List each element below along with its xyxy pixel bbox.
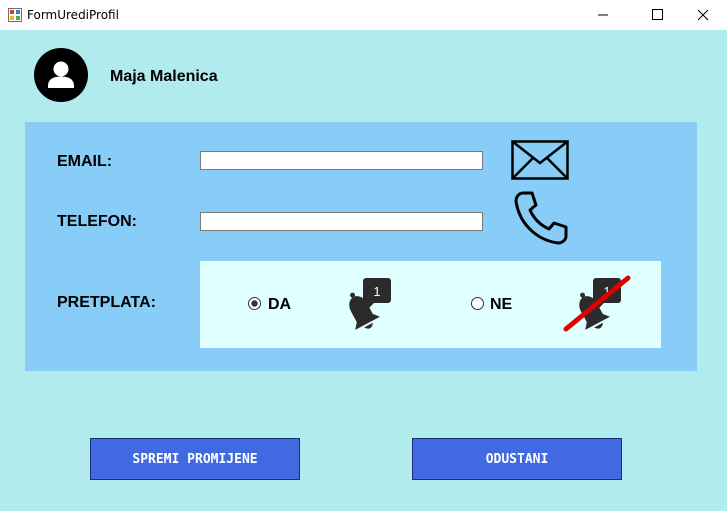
minimize-icon[interactable] bbox=[580, 0, 626, 30]
phone-icon bbox=[514, 191, 568, 245]
email-label: EMAIL: bbox=[57, 153, 113, 170]
radio-ne-label[interactable]: NE bbox=[490, 296, 512, 314]
save-changes-button[interactable]: SPREMI PROMIJENE bbox=[90, 438, 300, 480]
phone-input[interactable] bbox=[200, 212, 483, 231]
notification-bell-off-icon: 1 bbox=[563, 275, 631, 332]
user-name: Maja Malenica bbox=[110, 68, 218, 85]
email-input[interactable] bbox=[200, 151, 483, 170]
radio-da-label[interactable]: DA bbox=[268, 296, 291, 314]
window-title: FormUrediProfil bbox=[27, 8, 119, 22]
radio-da[interactable] bbox=[248, 297, 261, 310]
app-form-icon bbox=[8, 8, 22, 22]
radio-ne[interactable] bbox=[471, 297, 484, 310]
subscription-label: PRETPLATA: bbox=[57, 294, 156, 311]
notification-bell-icon: 1 bbox=[349, 278, 391, 330]
title-bar: FormUrediProfil bbox=[0, 0, 727, 30]
maximize-icon[interactable] bbox=[634, 0, 680, 30]
user-avatar-icon bbox=[34, 48, 88, 102]
phone-label: TELEFON: bbox=[57, 213, 137, 230]
close-icon[interactable] bbox=[680, 0, 726, 30]
bell-badge-count: 1 bbox=[373, 284, 380, 299]
cancel-button[interactable]: ODUSTANI bbox=[412, 438, 622, 480]
envelope-icon bbox=[511, 140, 569, 180]
